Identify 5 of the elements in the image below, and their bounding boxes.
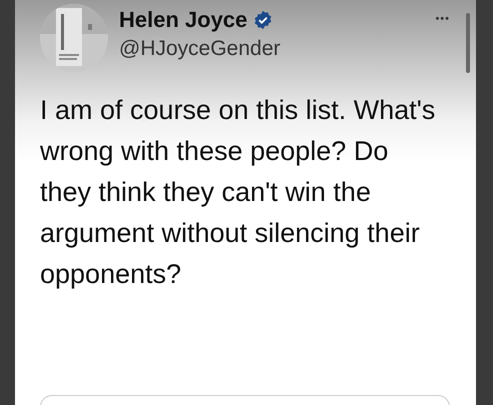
more-button[interactable]: •••	[435, 14, 450, 25]
tweet-text: I am of course on this list. What's wrong with these people? Do they think they can't win the argument without silencing their opponents?	[40, 94, 436, 291]
author-handle: @HJoyceGender	[119, 36, 280, 62]
scrollbar	[466, 13, 470, 73]
author-name: Helen Joyce	[119, 6, 248, 34]
